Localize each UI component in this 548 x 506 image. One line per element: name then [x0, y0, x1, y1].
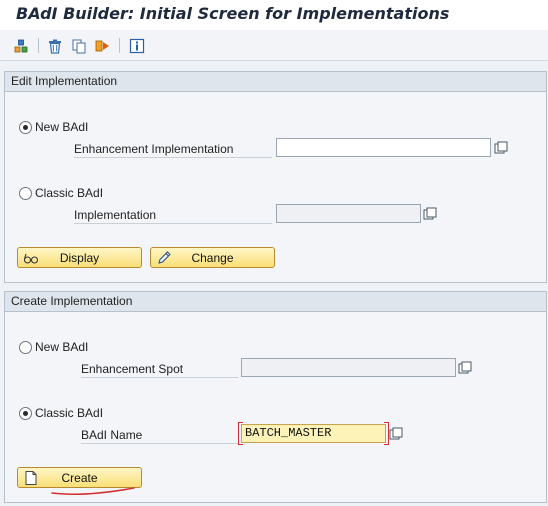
value-help-icon[interactable]: [421, 205, 438, 222]
value-help-icon[interactable]: [492, 139, 509, 156]
implementation-label: Implementation: [74, 206, 272, 224]
annotation-underline: [51, 487, 135, 495]
implementation-input[interactable]: [276, 204, 421, 223]
create-classic-badi-radio[interactable]: Classic BAdI: [19, 405, 103, 421]
copy-icon[interactable]: [70, 37, 87, 54]
radio-button[interactable]: [19, 340, 32, 354]
badi-name-input[interactable]: BATCH_MASTER: [241, 424, 386, 443]
change-button[interactable]: Change: [150, 247, 275, 268]
window-title: BAdI Builder: Initial Screen for Impleme…: [16, 4, 450, 23]
edit-classic-badi-radio[interactable]: Classic BAdI: [19, 185, 103, 201]
radio-label: New BAdI: [35, 340, 89, 354]
radio-button[interactable]: [19, 120, 32, 134]
radio-label: New BAdI: [35, 120, 89, 134]
enhancement-spot-label: Enhancement Spot: [81, 360, 238, 378]
pencil-icon: [158, 251, 171, 264]
title-bar: BAdI Builder: Initial Screen for Impleme…: [0, 0, 548, 30]
toolbar-separator: [119, 38, 120, 53]
group-header: Create Implementation: [5, 292, 546, 312]
value-help-icon[interactable]: [387, 425, 404, 442]
focus-bracket-left: [238, 422, 243, 445]
create-new-badi-radio[interactable]: New BAdI: [19, 339, 88, 355]
enhancement-implementation-label: Enhancement Implementation: [74, 140, 272, 158]
badi-name-label: BAdI Name: [81, 426, 238, 444]
rename-icon[interactable]: [94, 37, 111, 54]
information-icon[interactable]: [128, 37, 145, 54]
other-object-icon[interactable]: [12, 37, 29, 54]
radio-button[interactable]: [19, 186, 32, 200]
radio-label: Classic BAdI: [35, 186, 104, 200]
edit-new-badi-radio[interactable]: New BAdI: [19, 119, 88, 135]
group-header: Edit Implementation: [5, 72, 546, 92]
enhancement-implementation-input[interactable]: [276, 138, 491, 157]
display-button[interactable]: Display: [17, 247, 142, 268]
glasses-icon: [23, 253, 39, 264]
value-help-icon[interactable]: [456, 359, 473, 376]
application-toolbar: [0, 30, 548, 61]
radio-label: Classic BAdI: [35, 406, 104, 420]
toolbar-separator: [38, 38, 39, 53]
delete-icon[interactable]: [46, 37, 63, 54]
radio-button[interactable]: [19, 406, 32, 420]
enhancement-spot-input[interactable]: [241, 358, 456, 377]
new-document-icon: [25, 471, 37, 485]
